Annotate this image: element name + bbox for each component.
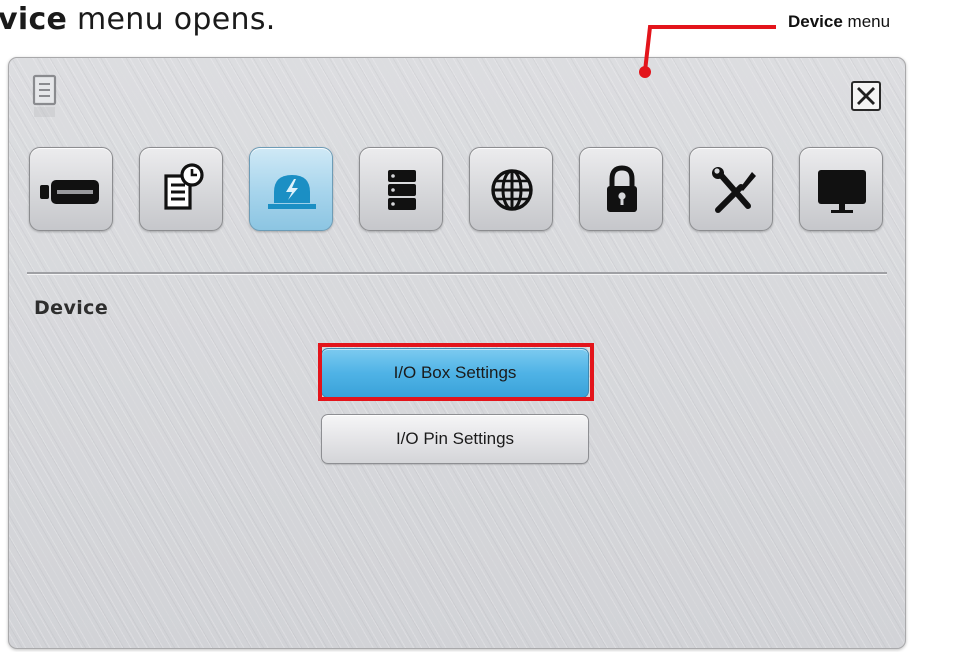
caption-text: menu opens.	[67, 2, 276, 37]
instruction-caption: vice menu opens.	[0, 2, 276, 37]
tools-icon	[712, 167, 756, 213]
storage-icon	[388, 170, 416, 210]
io-box-settings-button[interactable]: I/O Box Settings	[321, 348, 589, 398]
tab-schedule[interactable]	[139, 147, 223, 231]
settings-window: Device I/O Box Settings I/O Pin Settings	[8, 57, 906, 649]
tab-tools[interactable]	[689, 147, 773, 231]
tab-security[interactable]	[579, 147, 663, 231]
menu-document-icon	[31, 74, 61, 128]
section-title: Device	[34, 297, 109, 319]
alarm-icon	[268, 175, 316, 209]
tab-camera[interactable]	[29, 147, 113, 231]
lock-icon	[607, 165, 637, 212]
tab-storage[interactable]	[359, 147, 443, 231]
close-button[interactable]	[851, 81, 881, 111]
tab-network[interactable]	[469, 147, 553, 231]
close-icon	[857, 87, 875, 105]
monitor-icon	[818, 170, 866, 213]
callout-bold-text: Device	[788, 12, 843, 31]
caption-bold-text: vice	[0, 2, 68, 37]
callout-text: menu	[842, 12, 891, 31]
schedule-icon	[164, 163, 204, 210]
callout-label: Device menu	[788, 12, 890, 32]
io-pin-settings-button[interactable]: I/O Pin Settings	[321, 414, 589, 464]
tab-display[interactable]	[799, 147, 883, 231]
camera-icon	[40, 180, 99, 204]
network-icon	[491, 169, 533, 211]
section-divider	[27, 272, 887, 274]
tab-alarm[interactable]	[249, 147, 333, 231]
